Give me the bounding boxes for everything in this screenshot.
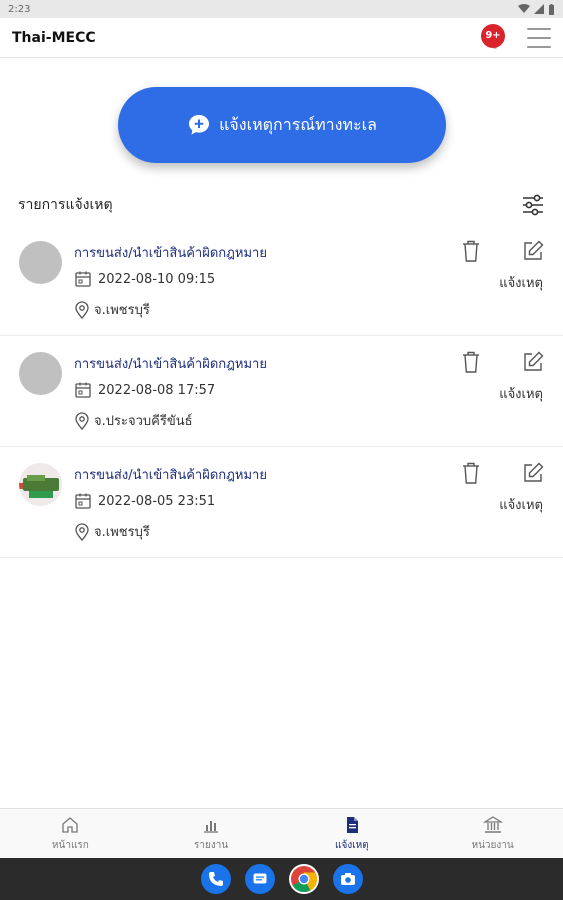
incident-list-title: รายการแจ้งเหตุ (18, 197, 113, 213)
incident-item[interactable]: การขนส่ง/นำเข้าสินค้าผิดกฎหมาย 2022-08-0… (0, 447, 563, 558)
incident-title: การขนส่ง/นำเข้าสินค้าผิดกฎหมาย (74, 468, 267, 483)
system-dock (0, 858, 563, 900)
incident-status: แจ้งเหตุ (499, 276, 543, 291)
incident-status: แจ้งเหตุ (499, 387, 543, 402)
trash-icon[interactable] (460, 461, 482, 485)
incident-item[interactable]: การขนส่ง/นำเข้าสินค้าผิดกฎหมาย 2022-08-0… (0, 336, 563, 447)
incident-date-row: 2022-08-10 09:15 (74, 270, 215, 288)
avatar (19, 463, 62, 506)
home-icon (62, 816, 79, 833)
battery-icon (549, 3, 554, 15)
incident-title: การขนส่ง/นำเข้าสินค้าผิดกฎหมาย (74, 246, 267, 261)
status-bar: 2:23 (0, 0, 563, 18)
incident-status: แจ้งเหตุ (499, 498, 543, 513)
phone-app-icon[interactable] (200, 864, 231, 894)
avatar (19, 352, 62, 395)
chrome-icon (290, 866, 317, 893)
location-pin-icon (75, 300, 89, 319)
notification-badge: 9+ (481, 23, 505, 48)
incident-item[interactable]: การขนส่ง/นำเข้าสินค้าผิดกฎหมาย 2022-08-1… (0, 225, 563, 336)
nav-home-label: หน้าแรก (51, 839, 89, 851)
app-bar: Thai-MECC 9+ (0, 18, 563, 58)
notification-button[interactable]: 9+ (481, 23, 509, 52)
report-button-label: แจ้งเหตุการณ์ทางทะเล (219, 114, 377, 134)
nav-reports-label: รายงาน (194, 839, 229, 851)
phone-icon (208, 872, 223, 886)
incident-datetime: 2022-08-08 17:57 (98, 382, 216, 398)
trash-icon[interactable] (460, 239, 482, 263)
chat-plus-icon (189, 115, 210, 135)
hamburger-menu-icon[interactable] (527, 27, 551, 48)
app-title: Thai-MECC (12, 29, 96, 46)
nav-report-incident-label: แจ้งเหตุ (335, 839, 369, 851)
nav-agencies-label: หน่วยงาน (471, 839, 514, 851)
chrome-app-icon[interactable] (288, 864, 319, 894)
calendar-icon (75, 382, 91, 398)
document-icon (346, 816, 358, 833)
incident-location-row: จ.เพชรบุรี (74, 299, 150, 320)
incident-date-row: 2022-08-05 23:51 (74, 492, 215, 510)
incident-list: การขนส่ง/นำเข้าสินค้าผิดกฎหมาย 2022-08-1… (0, 225, 563, 558)
report-incident-button[interactable]: แจ้งเหตุการณ์ทางทะเล (118, 87, 446, 163)
incident-location-row: จ.ประจวบคีรีขันธ์ (74, 410, 193, 431)
nav-home[interactable]: หน้าแรก (0, 809, 141, 858)
camera-app-icon[interactable] (332, 864, 363, 894)
signal-icon (534, 4, 544, 14)
wifi-icon (518, 4, 530, 13)
system-indicators (518, 3, 555, 15)
incident-date-row: 2022-08-08 17:57 (74, 381, 215, 399)
edit-icon[interactable] (521, 461, 545, 485)
location-pin-icon (75, 522, 89, 541)
sliders-icon[interactable] (521, 193, 545, 217)
status-time: 2:23 (8, 3, 31, 15)
incident-photo-thumbnail (19, 463, 62, 506)
edit-icon[interactable] (521, 350, 545, 374)
trash-icon[interactable] (460, 350, 482, 374)
calendar-icon (75, 271, 91, 287)
camera-icon (340, 873, 355, 885)
bar-chart-icon (204, 820, 219, 833)
incident-location-row: จ.เพชรบุรี (74, 521, 150, 542)
nav-report-incident[interactable]: แจ้งเหตุ (282, 809, 423, 858)
location-pin-icon (75, 411, 89, 430)
avatar (19, 241, 62, 284)
messages-app-icon[interactable] (244, 864, 275, 894)
nav-agencies[interactable]: หน่วยงาน (422, 809, 563, 858)
incident-location: จ.เพชรบุรี (94, 525, 150, 540)
bottom-navigation: หน้าแรก รายงาน แจ้งเหตุ หน่วยงาน (0, 808, 563, 858)
incident-list-header: รายการแจ้งเหตุ (0, 190, 563, 220)
calendar-icon (75, 493, 91, 509)
nav-reports[interactable]: รายงาน (141, 809, 282, 858)
incident-datetime: 2022-08-05 23:51 (98, 493, 216, 509)
incident-location: จ.ประจวบคีรีขันธ์ (94, 414, 193, 429)
incident-location: จ.เพชรบุรี (94, 303, 150, 318)
incident-datetime: 2022-08-10 09:15 (98, 271, 216, 287)
bank-icon (482, 815, 503, 833)
incident-title: การขนส่ง/นำเข้าสินค้าผิดกฎหมาย (74, 357, 267, 372)
edit-icon[interactable] (521, 239, 545, 263)
message-icon (253, 873, 266, 884)
